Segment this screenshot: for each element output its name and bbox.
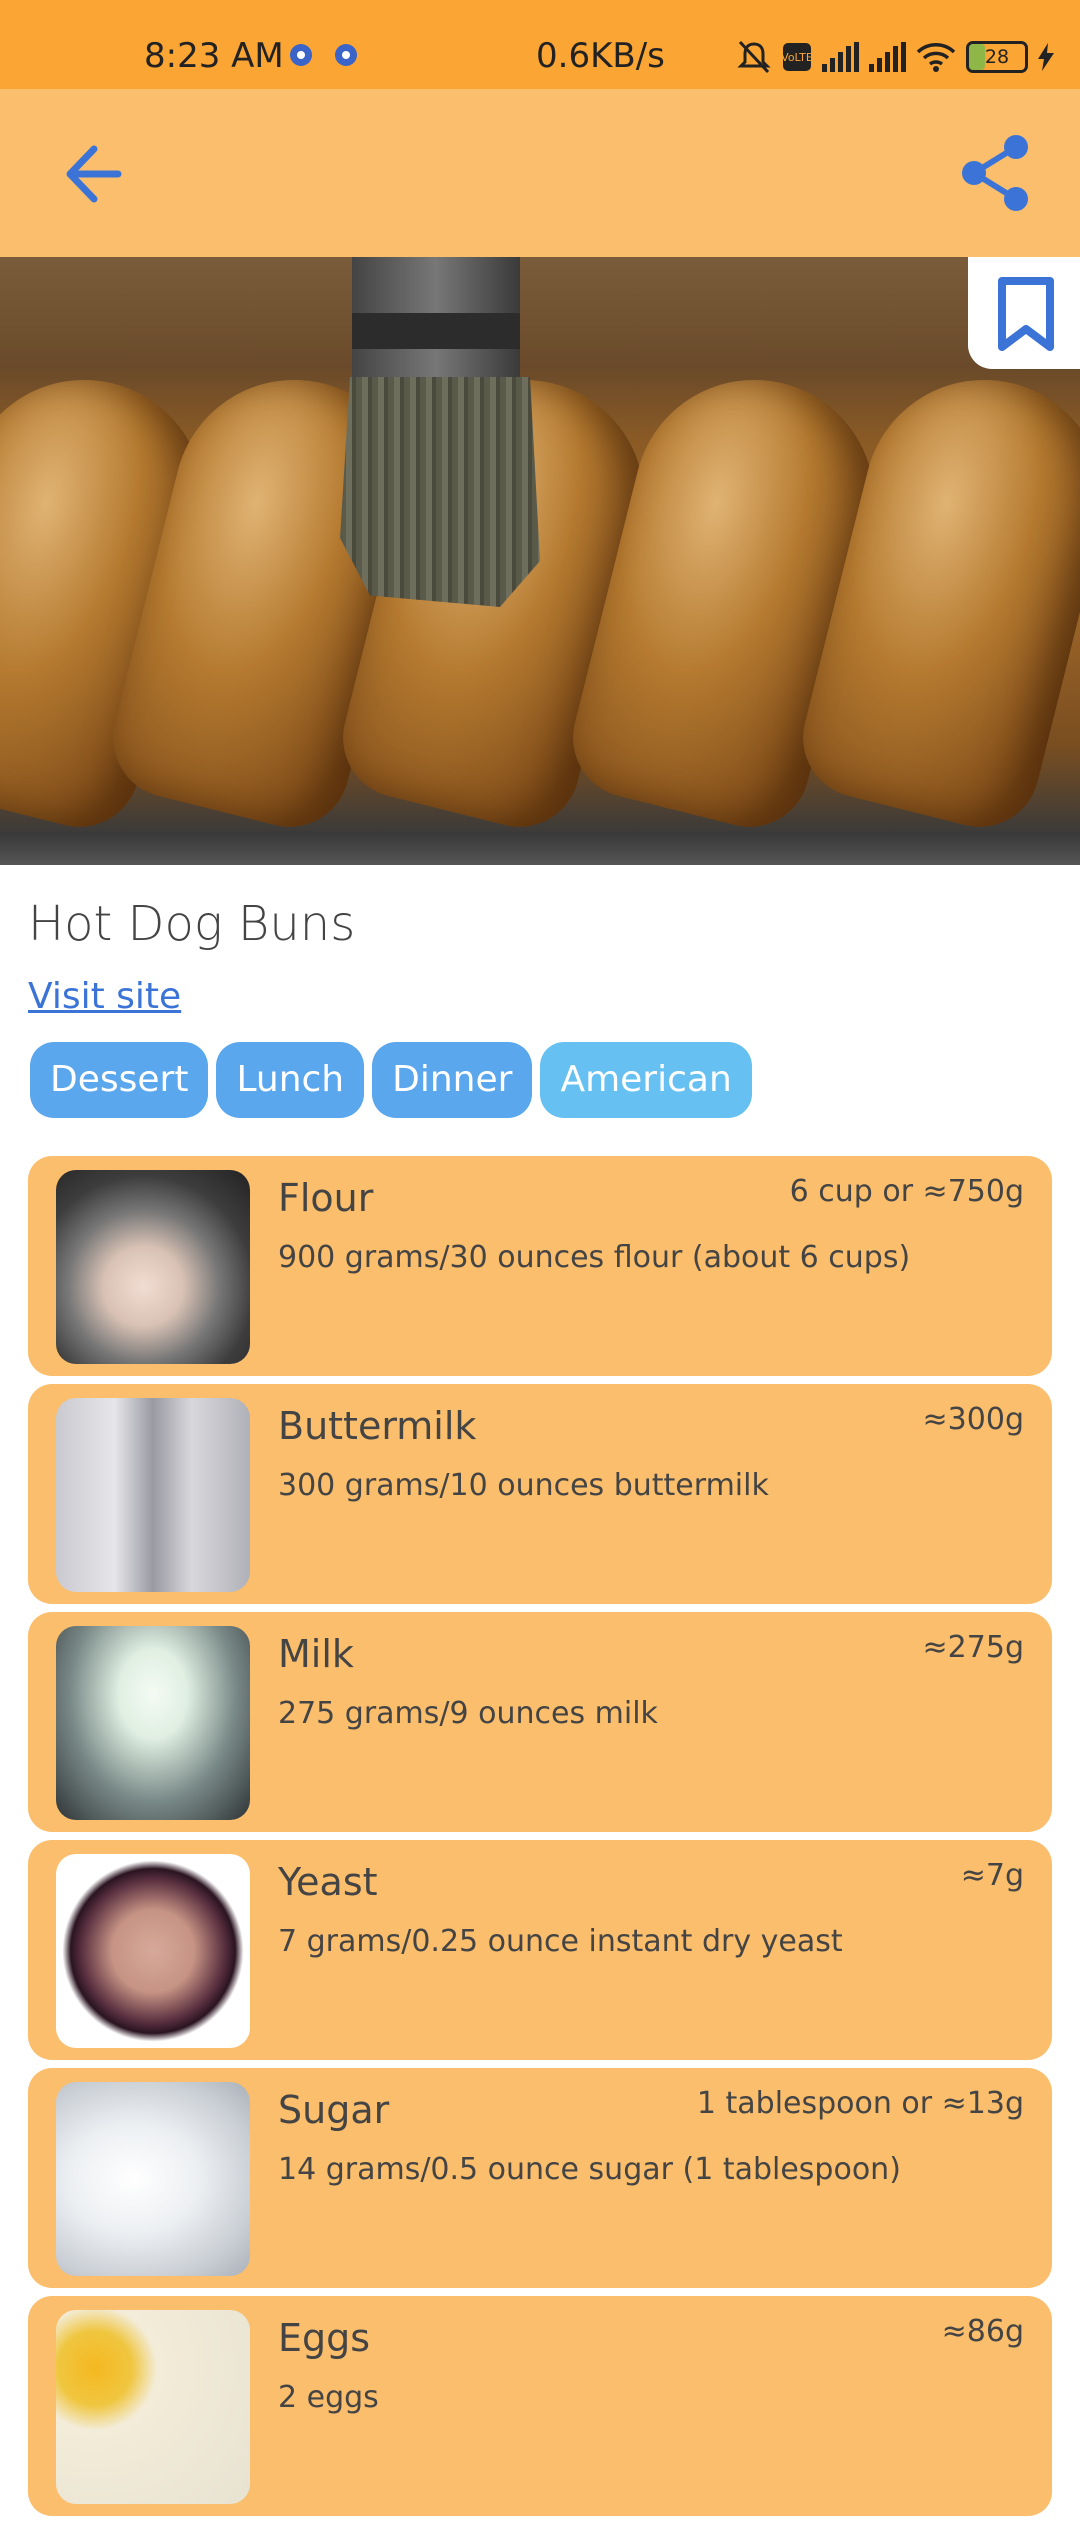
battery-icon: 28 xyxy=(966,41,1028,73)
network-speed: 0.6KB/s xyxy=(536,36,665,76)
signal-icon xyxy=(822,42,859,72)
ingredient-description: 900 grams/30 ounces flour (about 6 cups) xyxy=(278,1240,911,1275)
ingredient-image xyxy=(56,1170,250,1364)
arrow-left-icon xyxy=(66,145,122,203)
ingredient-name: Flour xyxy=(278,1176,374,1220)
ingredient-amount: ≈7g xyxy=(960,1858,1024,1893)
ingredient-image xyxy=(56,1398,250,1592)
app-bar xyxy=(0,89,1080,257)
svg-text:VoLTE: VoLTE xyxy=(782,51,812,64)
ingredient-card[interactable]: Sugar 1 tablespoon or ≈13g 14 grams/0.5 … xyxy=(28,2068,1052,2288)
tag-american[interactable]: American xyxy=(540,1042,752,1118)
ingredient-image xyxy=(56,2310,250,2504)
tag-dinner[interactable]: Dinner xyxy=(372,1042,533,1118)
back-button[interactable] xyxy=(60,139,138,209)
status-time: 8:23 AM xyxy=(144,36,284,76)
visit-site-link[interactable]: Visit site xyxy=(28,976,181,1017)
ingredient-description: 2 eggs xyxy=(278,2380,379,2415)
ingredient-amount: ≈275g xyxy=(922,1630,1024,1665)
bookmark-button[interactable] xyxy=(968,257,1080,369)
ingredient-description: 14 grams/0.5 ounce sugar (1 tablespoon) xyxy=(278,2152,901,2187)
ingredient-description: 7 grams/0.25 ounce instant dry yeast xyxy=(278,1924,843,1959)
wifi-icon xyxy=(916,43,956,72)
ingredient-card[interactable]: Milk ≈275g 275 grams/9 ounces milk xyxy=(28,1612,1052,1832)
volte-icon: VoLTE xyxy=(782,43,812,71)
ingredient-amount: ≈300g xyxy=(922,1402,1024,1437)
mute-icon xyxy=(737,40,771,74)
ingredient-card[interactable]: Flour 6 cup or ≈750g 900 grams/30 ounces… xyxy=(28,1156,1052,1376)
ingredient-image xyxy=(56,2082,250,2276)
ingredient-card[interactable]: Buttermilk ≈300g 300 grams/10 ounces but… xyxy=(28,1384,1052,1604)
ingredient-description: 275 grams/9 ounces milk xyxy=(278,1696,658,1731)
ingredient-amount: ≈86g xyxy=(941,2314,1024,2349)
recipe-title: Hot Dog Buns xyxy=(28,896,356,952)
tag-dessert[interactable]: Dessert xyxy=(30,1042,209,1118)
ingredient-name: Buttermilk xyxy=(278,1404,477,1448)
share-icon xyxy=(962,135,1028,211)
tag-list: Dessert Lunch Dinner American xyxy=(30,1042,752,1118)
ingredient-amount: 1 tablespoon or ≈13g xyxy=(696,2086,1024,2121)
settings-icon xyxy=(290,44,312,66)
ingredient-name: Sugar xyxy=(278,2088,390,2132)
ingredient-name: Milk xyxy=(278,1632,354,1676)
ingredient-card[interactable]: Eggs ≈86g 2 eggs xyxy=(28,2296,1052,2516)
ingredient-list: Flour 6 cup or ≈750g 900 grams/30 ounces… xyxy=(28,1156,1052,2524)
charging-icon xyxy=(1038,43,1054,71)
bookmark-icon xyxy=(998,277,1054,351)
ingredient-name: Eggs xyxy=(278,2316,371,2360)
ingredient-description: 300 grams/10 ounces buttermilk xyxy=(278,1468,769,1503)
recipe-image xyxy=(0,257,1080,865)
status-bar: 8:23 AM 0.6KB/s VoLTE 28 xyxy=(0,0,1080,89)
settings-icon xyxy=(335,44,357,66)
ingredient-amount: 6 cup or ≈750g xyxy=(789,1174,1024,1209)
ingredient-name: Yeast xyxy=(278,1860,378,1904)
share-button[interactable] xyxy=(958,133,1032,213)
ingredient-card[interactable]: Yeast ≈7g 7 grams/0.25 ounce instant dry… xyxy=(28,1840,1052,2060)
ingredient-image xyxy=(56,1854,250,2048)
signal-icon xyxy=(869,42,906,72)
tag-lunch[interactable]: Lunch xyxy=(216,1042,365,1118)
ingredient-image xyxy=(56,1626,250,1820)
